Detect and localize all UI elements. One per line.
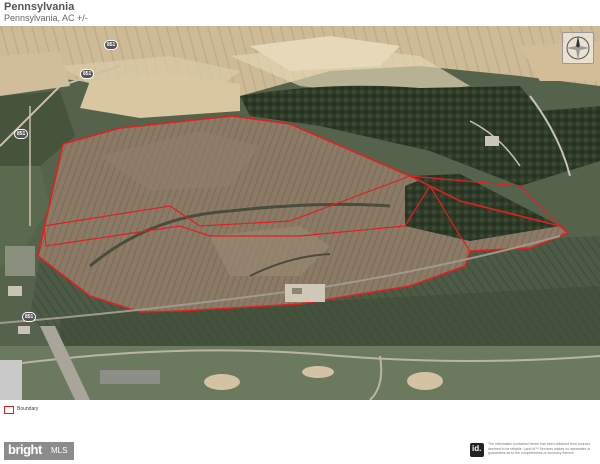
compass-rose-icon[interactable] <box>562 32 594 64</box>
page-title: Pennsylvania <box>4 1 75 13</box>
route-851-shield: 851 <box>104 40 119 50</box>
map-canvas <box>0 26 600 400</box>
page-subtitle: Pennsylvania, AC +/- <box>4 13 88 23</box>
map-legend: Boundary <box>0 400 600 438</box>
disclaimer-text: The information contained herein has bee… <box>488 442 591 455</box>
route-851-shield: 851 <box>14 129 29 139</box>
header: Pennsylvania Pennsylvania, AC +/- <box>0 0 600 26</box>
route-851-shield: 851 <box>22 312 37 322</box>
boundary-swatch-icon <box>4 406 14 414</box>
aerial-map[interactable]: 851 851 851 851 <box>0 26 600 400</box>
route-851-shield: 851 <box>80 69 95 79</box>
brand-name: bright <box>8 442 42 457</box>
farmstead <box>285 284 325 302</box>
legend-boundary-label: Boundary <box>17 406 39 412</box>
brand-suffix: MLS <box>51 446 68 455</box>
land-id-text: id. <box>472 444 482 453</box>
